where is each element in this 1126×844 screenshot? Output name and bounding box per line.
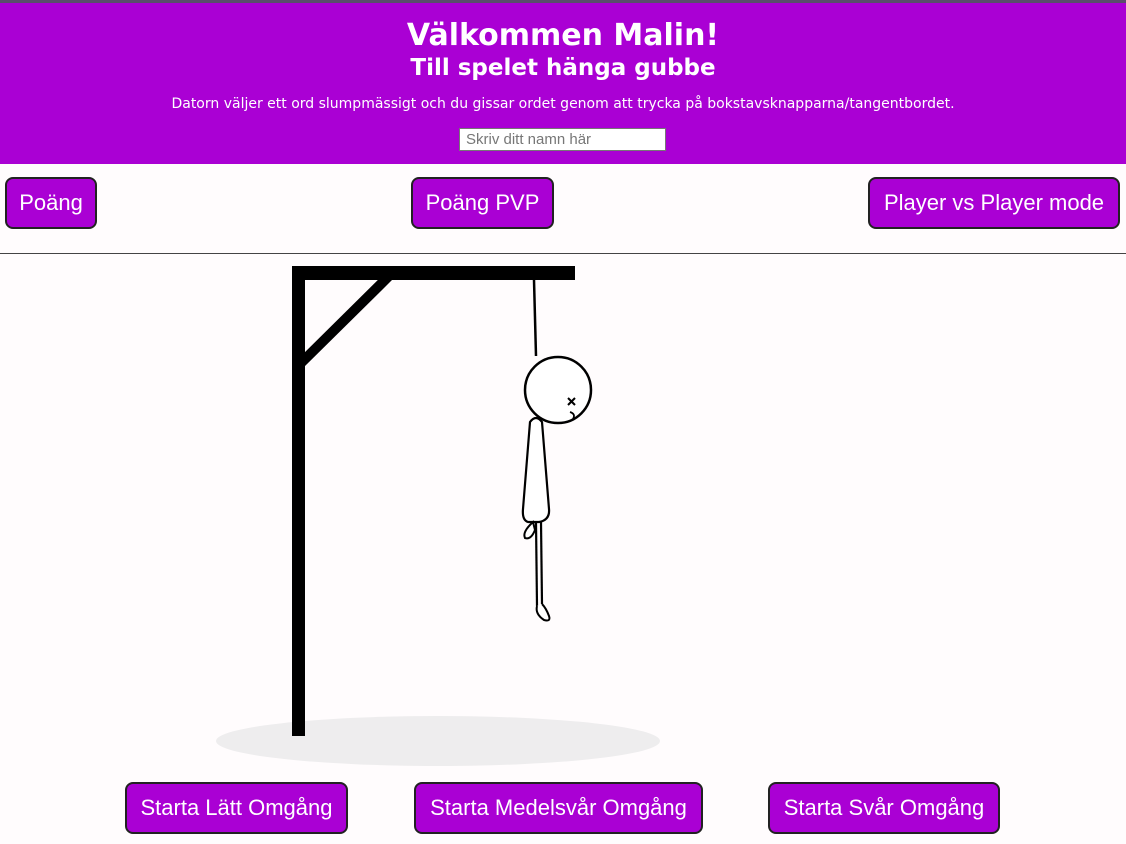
game-description: Datorn väljer ett ord slumpmässigt och d… (171, 96, 955, 112)
gallows-post (292, 266, 305, 736)
hangman-leg-left (534, 521, 539, 607)
gallows-brace (296, 272, 393, 368)
start-easy-button[interactable]: Starta Lätt Omgång (125, 782, 348, 834)
hangman-foot (535, 603, 551, 622)
hangman-body (521, 416, 551, 524)
gallows-beam (292, 266, 575, 280)
welcome-title: Välkommen Malin! (406, 18, 720, 53)
start-hard-button[interactable]: Starta Svår Omgång (768, 782, 1000, 834)
hangman-hand (523, 520, 537, 540)
hangman-head (523, 355, 593, 425)
start-medium-button[interactable]: Starta Medelsvår Omgång (414, 782, 703, 834)
game-subtitle: Till spelet hänga gubbe (410, 55, 716, 81)
score-pvp-button[interactable]: Poäng PVP (411, 177, 554, 229)
game-stage (0, 254, 1126, 774)
name-input[interactable] (459, 128, 666, 151)
rope (532, 279, 538, 357)
pvp-mode-button[interactable]: Player vs Player mode (868, 177, 1120, 229)
header-banner: Välkommen Malin! Till spelet hänga gubbe… (0, 3, 1126, 164)
hangman-drawing (216, 266, 660, 766)
ground-shadow (216, 716, 660, 766)
hangman-leg-right (539, 521, 544, 605)
score-button[interactable]: Poäng (5, 177, 97, 229)
